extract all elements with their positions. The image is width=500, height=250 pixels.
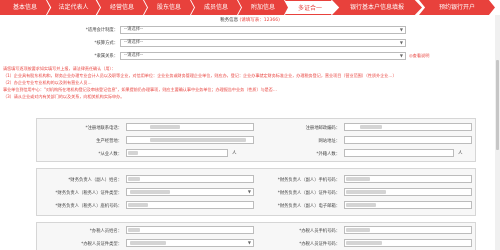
redacted-value bbox=[130, 241, 166, 245]
affiliation-select[interactable]: --请选择-- ▼ bbox=[120, 52, 406, 60]
employee-count-input[interactable] bbox=[126, 149, 228, 157]
tax-agent-mobile-label: *办税人员手机号码： bbox=[299, 229, 340, 234]
redacted-value bbox=[130, 190, 170, 194]
redacted-value bbox=[346, 177, 370, 181]
help-line-1: 请您填写逐项按要求如实填写并上报，请法律责任确认（用）： bbox=[3, 66, 116, 71]
tax-agent-id-number-label: *办税人员证件号码： bbox=[299, 242, 340, 247]
website-label: 网站地址： bbox=[318, 139, 340, 144]
business-address-label: 生产经营地： bbox=[96, 139, 122, 144]
accounting-system-value: --请选择-- bbox=[124, 27, 144, 32]
view-explanation-link[interactable]: ◎查看说明 bbox=[409, 53, 429, 59]
redacted-value bbox=[346, 228, 370, 232]
accounting-system-label: *适用会计制度： bbox=[85, 28, 118, 33]
step-tab-bar: 基本信息 法定代表人 经营信息 股东信息 成员信息 附加信息 多证合一 银行基本… bbox=[0, 0, 500, 15]
section-title: 税务信息 (请填写表：12366) bbox=[0, 17, 500, 23]
finance-mobile-label: *财务负责人（副人）手机号码： bbox=[277, 178, 340, 183]
finance-name-label: *财务负责人（副人）姓名： bbox=[68, 178, 122, 183]
redacted-value bbox=[346, 190, 386, 194]
help-line-5: （3）请从企业或对内有关部门的以及关系，向相关机构实际申办。 bbox=[3, 94, 125, 99]
redacted-value bbox=[128, 228, 140, 232]
tab-business-info[interactable]: 经营信息 bbox=[97, 0, 147, 15]
tab-multi-cert[interactable]: 多证合一 bbox=[285, 0, 335, 15]
tab-member-info[interactable]: 成员信息 bbox=[191, 0, 241, 15]
tab-bank-account-info[interactable]: 银行基本户信息填报 bbox=[332, 0, 422, 15]
finance-id-type-label: *财务负责人（税务人）证件类型： bbox=[55, 191, 122, 196]
foreign-count-label: *外籍人数： bbox=[316, 152, 340, 157]
chevron-down-icon: ▼ bbox=[247, 189, 251, 194]
redacted-value bbox=[360, 125, 382, 129]
redacted-value bbox=[150, 138, 246, 142]
finance-email-label: *财务负责人（副人）电子邮箱： bbox=[277, 204, 340, 209]
finance-name-input[interactable] bbox=[126, 175, 254, 183]
accounting-method-select[interactable]: --请选择-- ▼ bbox=[120, 39, 406, 47]
required-hint: (请填写表：12366) bbox=[239, 18, 280, 23]
help-line-2: （1）企业具有股东机构和，财务企业办理专业会计人员以及职等企业，对信用单位：企业… bbox=[3, 73, 397, 78]
redacted-value bbox=[346, 203, 376, 207]
accounting-method-label: *核算方式： bbox=[94, 41, 118, 46]
help-line-3: （2）办企业专业专业机构的以及则有营业人员… bbox=[3, 80, 92, 85]
chevron-down-icon: ▼ bbox=[399, 53, 403, 58]
tab-additional-info[interactable]: 附加信息 bbox=[238, 0, 288, 15]
tax-agent-name-input[interactable] bbox=[126, 226, 254, 234]
foreign-count-unit: 人 bbox=[458, 151, 463, 156]
tab-shareholder-info[interactable]: 股东信息 bbox=[144, 0, 194, 15]
tab-bank-appointment[interactable]: 预约银行开户 bbox=[419, 0, 495, 15]
redacted-value bbox=[128, 151, 138, 155]
foreign-count-input[interactable] bbox=[344, 149, 454, 157]
redacted-value bbox=[128, 203, 148, 207]
finance-landline-label: *财务负责人（税务人）座机号码： bbox=[55, 204, 122, 209]
tax-agent-id-type-label: *办税人员证件类型： bbox=[81, 242, 122, 247]
chevron-down-icon: ▼ bbox=[399, 27, 403, 32]
finance-id-number-label: *财务负责人（副人）证件号码： bbox=[277, 191, 340, 196]
tab-basic-info[interactable]: 基本信息 bbox=[0, 0, 50, 15]
help-line-4: 事业单位到信用中心："对机构所在地机构登记及审核登记信息"，如果提前仍办理事项，… bbox=[3, 87, 277, 92]
registered-postcode-label: 注册地邮政编码： bbox=[305, 126, 340, 131]
redacted-value bbox=[150, 125, 180, 129]
registered-phone-label: *注册地联系电话： bbox=[85, 126, 122, 131]
chevron-down-icon: ▼ bbox=[247, 240, 251, 245]
affiliation-value: --请选择-- bbox=[124, 53, 144, 58]
accounting-system-select[interactable]: --请选择-- ▼ bbox=[120, 26, 406, 34]
affiliation-label: *隶属关系： bbox=[94, 54, 118, 59]
scrollbar-thumb[interactable] bbox=[496, 60, 499, 150]
tab-legal-representative[interactable]: 法定代表人 bbox=[47, 0, 100, 15]
website-input[interactable] bbox=[344, 136, 472, 144]
redacted-value bbox=[128, 177, 140, 181]
employee-count-label: *从业人数： bbox=[98, 152, 122, 157]
tax-agent-name-label: *办税人员姓名： bbox=[89, 229, 122, 234]
accounting-method-value: --请选择-- bbox=[124, 40, 144, 45]
redacted-value bbox=[346, 241, 382, 245]
registered-phone-input[interactable] bbox=[126, 123, 254, 131]
section-title-text: 税务信息 bbox=[220, 18, 239, 23]
employee-count-unit: 人 bbox=[232, 151, 237, 156]
chevron-down-icon: ▼ bbox=[399, 40, 403, 45]
